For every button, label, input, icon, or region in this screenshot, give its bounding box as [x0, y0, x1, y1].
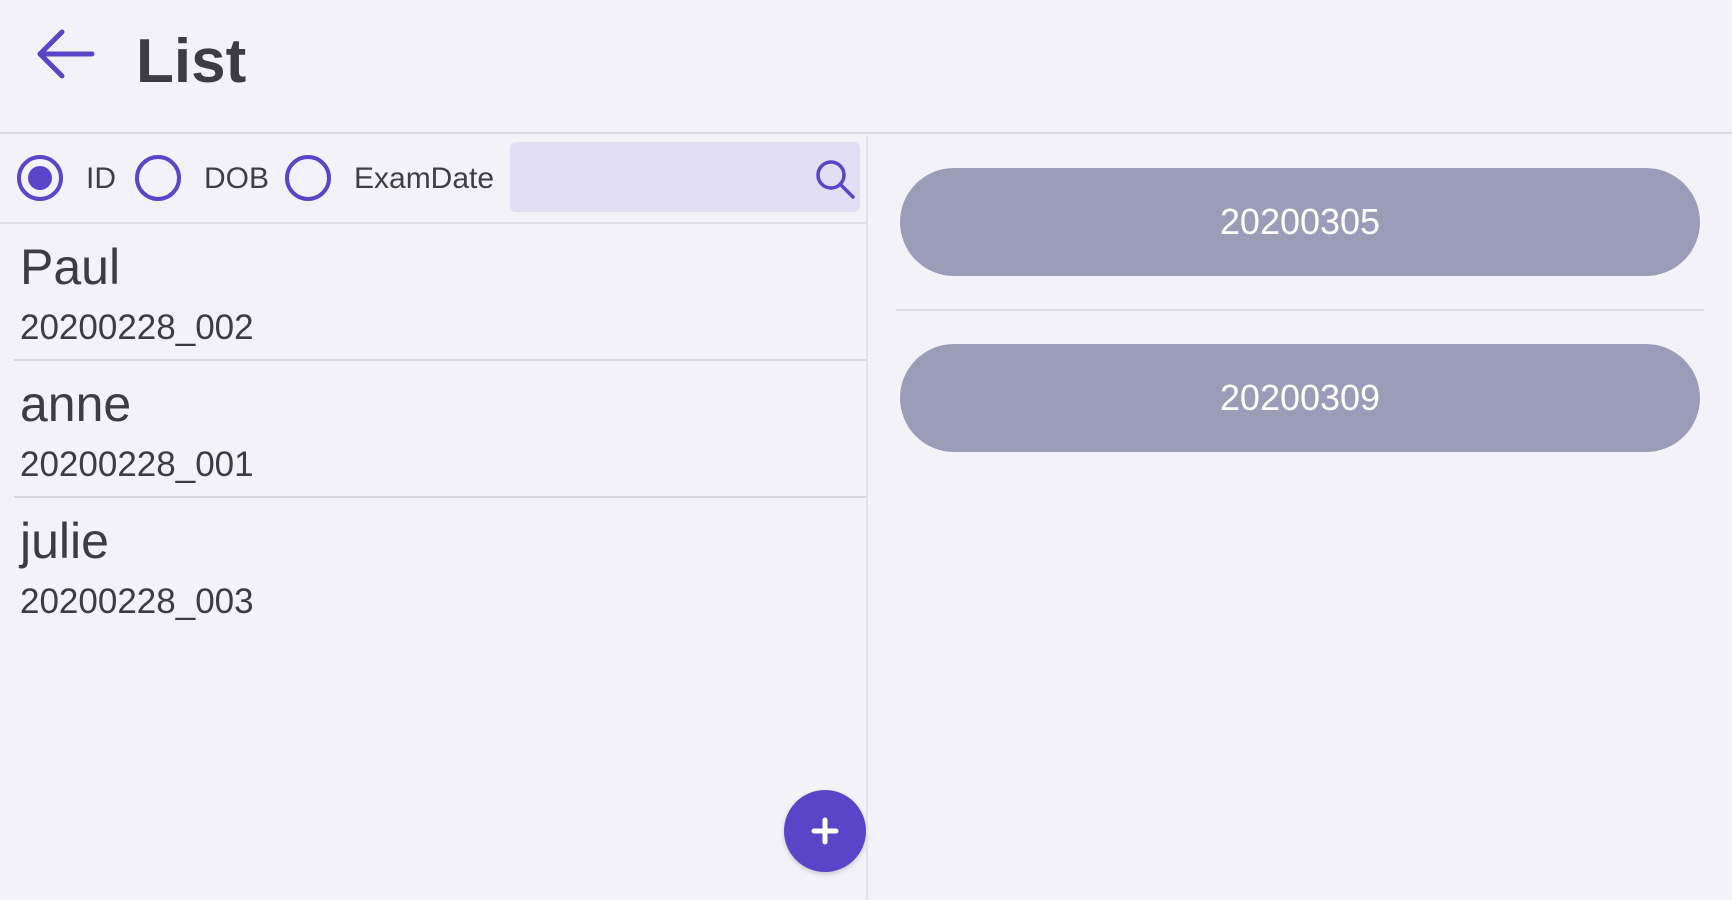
radio-id-label: ID — [86, 162, 116, 195]
patient-name: anne — [20, 376, 132, 432]
radio-dob-label: DOB — [204, 162, 270, 195]
patient-list-pane: ID DOB ExamDate Paul 20200228_002 anne 2… — [0, 136, 866, 900]
filter-bar: ID DOB ExamDate — [0, 136, 866, 224]
radio-id[interactable] — [14, 152, 66, 204]
list-item[interactable]: julie 20200228_003 — [14, 498, 866, 635]
radio-examdate-label: ExamDate — [354, 162, 495, 195]
search-icon[interactable] — [814, 158, 856, 200]
radio-ring — [285, 155, 331, 201]
patient-id: 20200228_002 — [20, 308, 254, 347]
search-input[interactable] — [518, 152, 802, 204]
app-bar: List — [0, 0, 1732, 134]
patient-name: Paul — [20, 239, 121, 295]
arrow-left-icon — [37, 29, 95, 79]
plus-icon — [811, 817, 839, 845]
back-button[interactable] — [34, 28, 98, 80]
exam-date-pane: 20200305 20200309 — [868, 136, 1732, 900]
exam-date-button[interactable]: 20200309 — [900, 344, 1700, 452]
patient-list: Paul 20200228_002 anne 20200228_001 juli… — [0, 224, 866, 635]
radio-dob[interactable] — [132, 152, 184, 204]
patient-id: 20200228_001 — [20, 445, 254, 484]
exam-date-button[interactable]: 20200305 — [900, 168, 1700, 276]
radio-examdate[interactable] — [282, 152, 334, 204]
add-patient-button[interactable] — [784, 790, 866, 872]
divider — [896, 309, 1704, 311]
list-item[interactable]: Paul 20200228_002 — [14, 224, 866, 361]
patient-name: julie — [20, 513, 109, 569]
radio-selected-dot — [28, 166, 52, 190]
radio-ring — [135, 155, 181, 201]
list-item[interactable]: anne 20200228_001 — [14, 361, 866, 498]
page-title: List — [136, 27, 247, 96]
search-box — [510, 142, 860, 212]
patient-id: 20200228_003 — [20, 582, 254, 621]
